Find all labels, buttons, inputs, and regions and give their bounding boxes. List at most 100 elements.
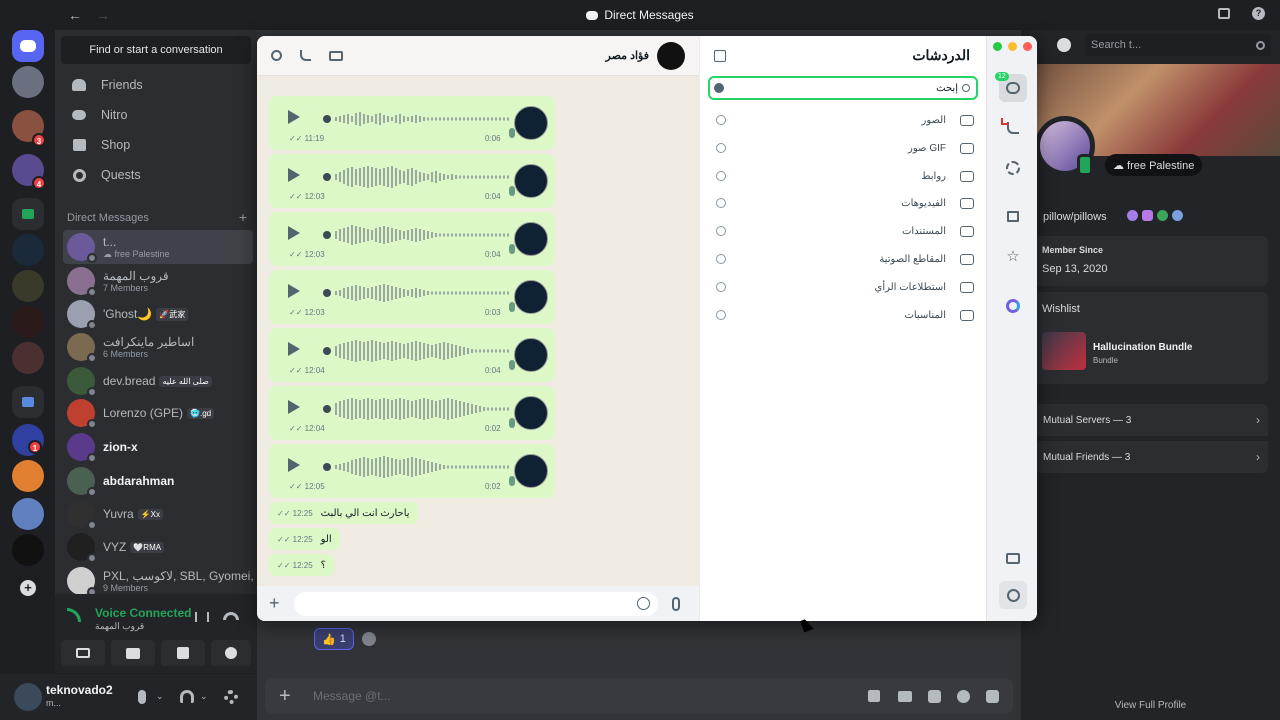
attach-plus-icon[interactable]: +	[279, 685, 299, 708]
playback-scrubber[interactable]	[323, 115, 331, 123]
status-tab[interactable]	[999, 154, 1027, 182]
add-reaction-icon[interactable]	[362, 632, 376, 646]
boost-badge-icon[interactable]	[1142, 210, 1153, 221]
nav-friends[interactable]: Friends	[63, 69, 249, 101]
settings-gear-icon[interactable]	[224, 690, 238, 704]
archived-tab[interactable]	[999, 202, 1027, 230]
server-icon[interactable]	[12, 498, 44, 530]
playback-scrubber[interactable]	[323, 405, 331, 413]
starred-tab[interactable]: ☆	[999, 242, 1027, 270]
filter-item[interactable]: صور GIF	[712, 138, 974, 158]
nav-shop[interactable]: Shop	[63, 129, 249, 161]
dm-item[interactable]: t... ☁ free Palestine	[63, 230, 253, 264]
search-icon[interactable]	[271, 50, 282, 61]
chats-tab[interactable]: 12	[995, 72, 1027, 102]
video-call-icon[interactable]	[329, 50, 343, 61]
microphone-icon[interactable]	[671, 596, 680, 611]
voice-call-icon[interactable]	[300, 50, 311, 61]
headphones-icon[interactable]	[180, 690, 194, 703]
attach-plus-icon[interactable]: +	[269, 593, 280, 614]
filter-item[interactable]: المناسبات	[712, 305, 974, 325]
media-tab[interactable]	[999, 544, 1027, 572]
filter-item[interactable]: المقاطع الصوتية	[712, 249, 974, 269]
play-icon[interactable]	[287, 109, 301, 125]
new-chat-icon[interactable]	[714, 50, 726, 62]
waveform[interactable]	[335, 396, 511, 422]
dm-item[interactable]: Yuvra ⚡Xx	[63, 497, 253, 531]
play-icon[interactable]	[287, 167, 301, 183]
mutual-servers-row[interactable]: Mutual Servers — 3 ›	[1035, 404, 1268, 436]
maximize-button[interactable]	[993, 42, 1002, 51]
dm-item[interactable]: 'Ghost🌙 🚀武家	[63, 297, 253, 331]
gift-icon[interactable]	[868, 690, 880, 702]
dm-item[interactable]: VYZ 🤍RMA	[63, 530, 253, 564]
server-icon[interactable]	[12, 460, 44, 492]
server-folder[interactable]	[12, 386, 44, 418]
mutual-friends-row[interactable]: Mutual Friends — 3 ›	[1035, 441, 1268, 473]
server-icon[interactable]	[12, 306, 44, 338]
message-field[interactable]	[293, 591, 658, 616]
dm-item[interactable]: اساطير ماينكرافت 6 Members	[63, 330, 253, 364]
filter-item[interactable]: الفيديوهات	[712, 193, 974, 213]
filter-item[interactable]: استطلاعات الرأي	[712, 277, 974, 297]
playback-scrubber[interactable]	[323, 289, 331, 297]
server-icon[interactable]	[12, 66, 44, 98]
add-friend-icon[interactable]	[1057, 38, 1071, 52]
apps-icon[interactable]	[986, 689, 999, 703]
nitro-badge-icon[interactable]	[1127, 210, 1138, 221]
play-icon[interactable]	[287, 341, 301, 357]
playback-scrubber[interactable]	[323, 347, 331, 355]
playback-scrubber[interactable]	[323, 463, 331, 471]
screen-share-button[interactable]	[111, 640, 155, 666]
minimize-button[interactable]	[1008, 42, 1017, 51]
server-folder[interactable]	[12, 198, 44, 230]
quest-badge-icon[interactable]	[1172, 210, 1183, 221]
settings-tab[interactable]	[999, 581, 1027, 609]
dm-item[interactable]: dev.bread صلى الله عليه	[63, 364, 253, 398]
back-icon[interactable]: ←	[68, 7, 82, 23]
play-icon[interactable]	[287, 457, 301, 473]
wish-item-image[interactable]	[1042, 332, 1086, 370]
waveform[interactable]	[335, 454, 511, 480]
view-full-profile-link[interactable]: View Full Profile	[1021, 700, 1280, 711]
waveform[interactable]	[335, 222, 511, 248]
activities-button[interactable]	[161, 640, 205, 666]
disconnect-icon[interactable]	[223, 612, 239, 620]
help-icon[interactable]: ?	[1252, 7, 1265, 20]
profile-search-input[interactable]: Search t...	[1091, 39, 1256, 51]
dm-item[interactable]: قروب المهمة 7 Members	[63, 264, 253, 298]
dm-item[interactable]: PXL, لاكوسب, SBL, Gyomei, ...9 Members	[63, 564, 253, 598]
hypesquad-badge-icon[interactable]	[1157, 210, 1168, 221]
reaction-thumbs-up[interactable]: 👍 1	[314, 628, 354, 650]
waveform[interactable]	[335, 106, 511, 132]
message-input[interactable]: Message @t...	[313, 689, 868, 703]
filter-item[interactable]: روابط	[712, 166, 974, 186]
gif-icon[interactable]	[898, 690, 912, 702]
emoji-icon[interactable]	[636, 597, 650, 610]
calls-tab[interactable]	[999, 114, 1027, 142]
wish-item-name[interactable]: Hallucination Bundle	[1093, 342, 1192, 353]
meta-ai-button[interactable]	[999, 292, 1027, 320]
dm-item[interactable]: Lorenzo (GPE) 🥶.gd	[63, 396, 253, 430]
playback-scrubber[interactable]	[323, 231, 331, 239]
dm-item[interactable]: zion-x	[63, 430, 253, 464]
server-icon[interactable]	[12, 534, 44, 566]
server-icon[interactable]	[12, 342, 44, 374]
server-icon[interactable]	[12, 270, 44, 302]
chat-search-input[interactable]: إبحث	[936, 83, 958, 94]
filter-item[interactable]: المستندات	[712, 221, 974, 241]
voice-status[interactable]: Voice Connected	[95, 606, 191, 620]
close-button[interactable]	[1023, 42, 1032, 51]
soundboard-button[interactable]	[211, 640, 251, 666]
waveform[interactable]	[335, 338, 511, 364]
home-button[interactable]	[12, 30, 44, 62]
nav-quests[interactable]: Quests	[63, 159, 249, 191]
voice-channel[interactable]: قروب المهمة	[95, 621, 144, 632]
avatar[interactable]	[14, 683, 42, 711]
chat-title[interactable]: فؤاد مصر	[606, 49, 649, 62]
clear-search-icon[interactable]	[714, 83, 724, 93]
nav-nitro[interactable]: Nitro	[63, 99, 249, 131]
create-dm-icon[interactable]: +	[239, 210, 247, 224]
play-icon[interactable]	[287, 225, 301, 241]
inbox-icon[interactable]	[1218, 8, 1230, 19]
